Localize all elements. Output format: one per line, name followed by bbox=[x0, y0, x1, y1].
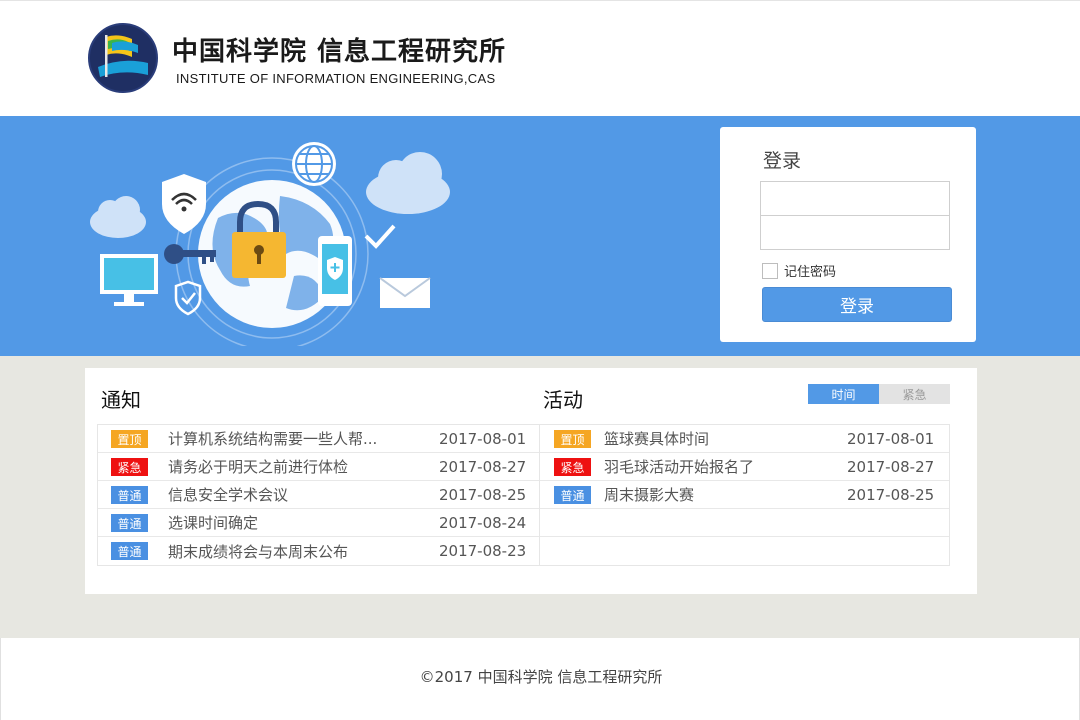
list-item-empty bbox=[540, 537, 949, 565]
notice-list: 置顶 计算机系统结构需要一些人帮... 2017-08-01 紧急 请务必于明天… bbox=[97, 424, 540, 566]
remember-password-label: 记住密码 bbox=[784, 265, 837, 280]
remember-password-checkbox[interactable] bbox=[762, 262, 778, 279]
activity-sort-tabs: 时间 紧急 bbox=[808, 384, 950, 404]
list-item-empty bbox=[540, 509, 949, 537]
cas-logo-icon bbox=[88, 23, 158, 93]
status-badge: 置顶 bbox=[554, 430, 591, 448]
institute-name-cn: 中国科学院 信息工程研究所 bbox=[172, 37, 507, 67]
status-badge: 普通 bbox=[111, 542, 148, 560]
site-footer: ©2017 中国科学院 信息工程研究所 bbox=[0, 638, 1080, 720]
notice-title-link[interactable]: 选课时间确定 bbox=[168, 512, 258, 533]
activity-date: 2017-08-01 bbox=[847, 429, 935, 448]
notice-date: 2017-08-27 bbox=[439, 457, 527, 476]
activity-section-title: 活动 bbox=[543, 388, 583, 412]
list-item[interactable]: 普通 周末摄影大赛 2017-08-25 bbox=[540, 481, 949, 509]
notice-title-link[interactable]: 期末成绩将会与本周末公布 bbox=[168, 541, 348, 562]
institute-name-en: INSTITUTE OF INFORMATION ENGINEERING,CAS bbox=[176, 71, 496, 86]
list-item[interactable]: 普通 信息安全学术会议 2017-08-25 bbox=[98, 481, 539, 509]
list-item[interactable]: 紧急 请务必于明天之前进行体检 2017-08-27 bbox=[98, 453, 539, 481]
login-title: 登录 bbox=[763, 150, 802, 172]
notice-title-link[interactable]: 信息安全学术会议 bbox=[168, 484, 288, 505]
activity-date: 2017-08-27 bbox=[847, 457, 935, 476]
activity-date: 2017-08-25 bbox=[847, 485, 935, 504]
notice-title-link[interactable]: 请务必于明天之前进行体检 bbox=[168, 456, 348, 477]
status-badge: 普通 bbox=[111, 486, 148, 504]
username-input[interactable] bbox=[760, 181, 950, 216]
login-panel: 登录 记住密码 登录 bbox=[720, 127, 976, 342]
hero-banner: 登录 记住密码 登录 bbox=[0, 116, 1080, 356]
tab-time[interactable]: 时间 bbox=[808, 384, 879, 404]
site-header: 中国科学院 信息工程研究所 INSTITUTE OF INFORMATION E… bbox=[0, 0, 1080, 116]
cloud-icon bbox=[90, 196, 146, 238]
content-area: 通知 活动 时间 紧急 置顶 计算机系统结构需要一些人帮... 2017-08-… bbox=[0, 356, 1080, 638]
activity-title-link[interactable]: 周末摄影大赛 bbox=[604, 484, 694, 505]
globe-icon bbox=[292, 142, 336, 186]
activity-title-link[interactable]: 篮球赛具体时间 bbox=[604, 428, 709, 449]
notice-title-link[interactable]: 计算机系统结构需要一些人帮... bbox=[168, 428, 377, 449]
notice-section-title: 通知 bbox=[101, 388, 141, 412]
tab-urgent[interactable]: 紧急 bbox=[879, 384, 950, 404]
status-badge: 紧急 bbox=[554, 458, 591, 476]
security-illustration bbox=[90, 142, 450, 346]
notice-date: 2017-08-24 bbox=[439, 513, 527, 532]
password-input[interactable] bbox=[760, 215, 950, 250]
remember-password[interactable]: 记住密码 bbox=[762, 261, 836, 280]
list-item[interactable]: 置顶 计算机系统结构需要一些人帮... 2017-08-01 bbox=[98, 425, 539, 453]
status-badge: 普通 bbox=[111, 514, 148, 532]
activity-list: 置顶 篮球赛具体时间 2017-08-01 紧急 羽毛球活动开始报名了 2017… bbox=[540, 424, 950, 566]
notice-date: 2017-08-01 bbox=[439, 429, 527, 448]
list-item[interactable]: 置顶 篮球赛具体时间 2017-08-01 bbox=[540, 425, 949, 453]
status-badge: 紧急 bbox=[111, 458, 148, 476]
activity-title-link[interactable]: 羽毛球活动开始报名了 bbox=[604, 456, 754, 477]
content-card: 通知 活动 时间 紧急 置顶 计算机系统结构需要一些人帮... 2017-08-… bbox=[85, 368, 977, 594]
cloud-icon bbox=[366, 152, 450, 214]
login-button[interactable]: 登录 bbox=[762, 287, 952, 322]
notice-date: 2017-08-25 bbox=[439, 485, 527, 504]
list-item[interactable]: 紧急 羽毛球活动开始报名了 2017-08-27 bbox=[540, 453, 949, 481]
list-item[interactable]: 普通 选课时间确定 2017-08-24 bbox=[98, 509, 539, 537]
notice-date: 2017-08-23 bbox=[439, 542, 527, 560]
copyright-text: ©2017 中国科学院 信息工程研究所 bbox=[419, 668, 663, 686]
list-item[interactable]: 普通 期末成绩将会与本周末公布 2017-08-23 bbox=[98, 537, 539, 565]
status-badge: 置顶 bbox=[111, 430, 148, 448]
status-badge: 普通 bbox=[554, 486, 591, 504]
